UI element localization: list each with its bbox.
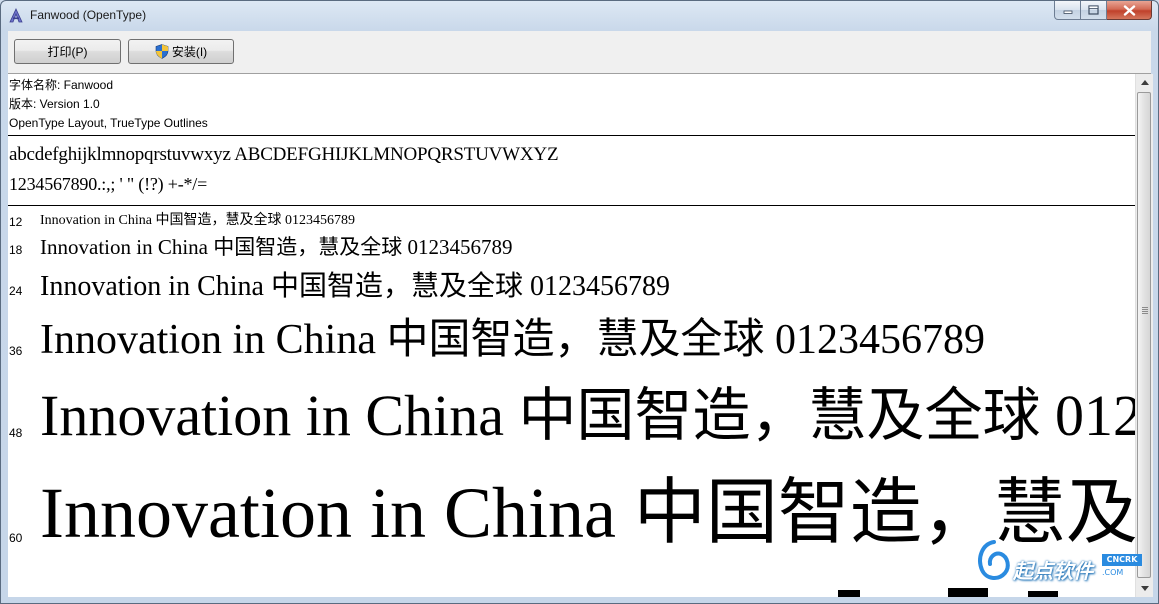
install-button-label: 安装(I) bbox=[171, 45, 208, 59]
watermark-text: 起点软件 bbox=[1013, 559, 1093, 583]
font-preview-area[interactable]: 字体名称: Fanwood 版本: Version 1.0 OpenType L… bbox=[8, 74, 1135, 597]
window-title: Fanwood (OpenType) bbox=[30, 8, 147, 22]
scroll-thumb[interactable] bbox=[1137, 92, 1151, 578]
print-button[interactable]: 打印(P) bbox=[14, 39, 121, 64]
caption-buttons bbox=[1054, 1, 1152, 21]
divider bbox=[8, 205, 1135, 206]
charset-letters: abcdefghijklmnopqrstuvwxyz ABCDEFGHIJKLM… bbox=[9, 144, 559, 165]
size-label: 12 bbox=[9, 215, 23, 229]
font-viewer-window: Fanwood (OpenType) 打印(P) 安装(I) 字体名称: Fan… bbox=[0, 0, 1159, 604]
watermark-badge: CNCRK bbox=[1102, 554, 1142, 566]
charset-digits-symbols: 1234567890.:,; ' " (!?) +-*/= bbox=[9, 174, 208, 194]
close-icon bbox=[1123, 4, 1135, 16]
size-label: 36 bbox=[9, 344, 23, 358]
thumb-grip bbox=[1142, 307, 1148, 308]
font-viewer-icon bbox=[9, 8, 23, 23]
watermark-logo: 起点软件 CNCRK .COM bbox=[974, 534, 1144, 586]
scroll-up-button[interactable] bbox=[1136, 74, 1153, 91]
minimize-icon bbox=[1063, 10, 1072, 14]
size-label: 24 bbox=[9, 284, 23, 298]
sample-text: Innovation in China 中国智造，慧及全球 0123456789 bbox=[40, 213, 355, 228]
close-button[interactable] bbox=[1107, 1, 1152, 20]
watermark-sub: .COM bbox=[1102, 568, 1124, 577]
maximize-button[interactable] bbox=[1081, 1, 1107, 20]
thumb-grip bbox=[1142, 313, 1148, 314]
sample-text: Innovation in China 中国智造，慧及全球 0123456789 bbox=[40, 235, 513, 259]
clipped-sample-glyphs bbox=[838, 588, 1058, 597]
font-version-line: 版本: Version 1.0 bbox=[9, 97, 100, 111]
sample-text: Innovation in China 中国智造，慧及全球 0123456789 bbox=[40, 317, 985, 363]
sample-text: Innovation in China 中国智造，慧及全球 0123456789 bbox=[40, 473, 1135, 553]
font-format-line: OpenType Layout, TrueType Outlines bbox=[9, 116, 208, 130]
title-bar[interactable]: Fanwood (OpenType) bbox=[1, 1, 1158, 31]
thumb-grip bbox=[1142, 311, 1148, 312]
font-name-line: 字体名称: Fanwood bbox=[9, 78, 114, 92]
print-button-label: 打印(P) bbox=[47, 45, 88, 59]
maximize-icon bbox=[1088, 5, 1099, 15]
minimize-button[interactable] bbox=[1054, 1, 1081, 20]
size-label: 60 bbox=[9, 531, 23, 545]
divider bbox=[8, 135, 1135, 136]
install-button[interactable]: 安装(I) bbox=[128, 39, 234, 64]
font-info: 字体名称: Fanwood 版本: Version 1.0 OpenType L… bbox=[9, 76, 208, 133]
sample-text: Innovation in China 中国智造，慧及全球 0123456789 bbox=[40, 271, 670, 302]
thumb-grip bbox=[1142, 309, 1148, 310]
uac-shield-icon bbox=[155, 44, 169, 59]
watermark-swirl-icon bbox=[976, 538, 1012, 582]
toolbar: 打印(P) 安装(I) bbox=[8, 31, 1151, 74]
arrow-up-icon bbox=[1140, 80, 1149, 85]
size-label: 18 bbox=[9, 243, 23, 257]
size-label: 48 bbox=[9, 426, 23, 440]
sample-text: Innovation in China 中国智造，慧及全球 0123456789 bbox=[40, 383, 1135, 448]
arrow-down-icon bbox=[1140, 586, 1149, 591]
vertical-scrollbar[interactable] bbox=[1135, 74, 1153, 597]
